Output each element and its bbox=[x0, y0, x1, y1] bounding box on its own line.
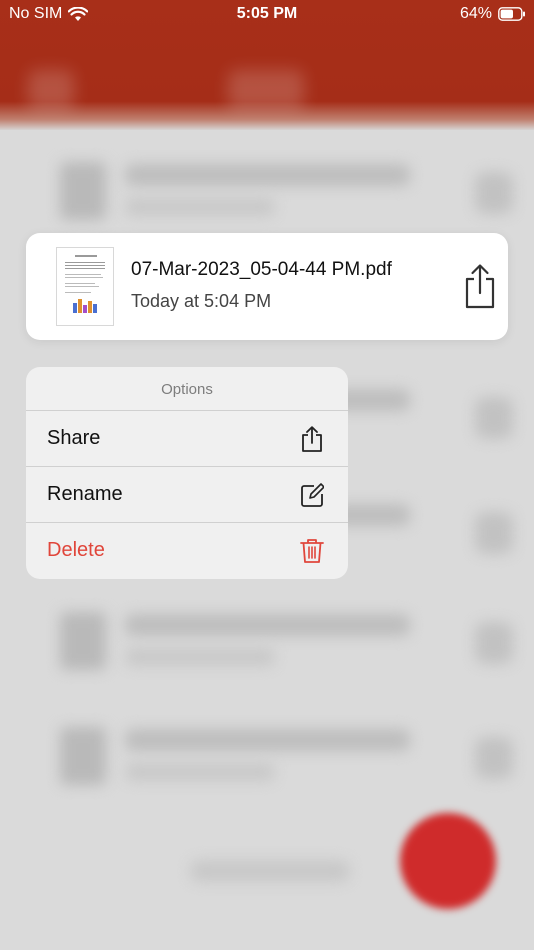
menu-item-label: Share bbox=[47, 427, 101, 449]
list-item bbox=[0, 715, 534, 805]
battery-percent: 64% bbox=[459, 5, 492, 22]
file-name: 07-Mar-2023_05-04-44 PM.pdf bbox=[131, 259, 392, 280]
share-icon bbox=[302, 426, 322, 452]
menu-item-delete[interactable]: Delete bbox=[26, 523, 348, 579]
menu-item-share[interactable]: Share bbox=[26, 411, 348, 467]
file-preview-card[interactable]: 07-Mar-2023_05-04-44 PM.pdf Today at 5:0… bbox=[26, 233, 508, 340]
menu-item-rename[interactable]: Rename bbox=[26, 467, 348, 523]
status-bar: No SIM 5:05 PM 64% bbox=[0, 0, 534, 28]
trash-icon bbox=[300, 539, 324, 563]
battery-icon bbox=[498, 7, 525, 21]
share-icon[interactable] bbox=[463, 263, 497, 309]
navigation-bar: No SIM 5:05 PM 64% bbox=[0, 0, 534, 130]
pdf-page-thumbnail bbox=[56, 247, 114, 326]
list-item bbox=[0, 600, 534, 690]
add-button bbox=[400, 813, 496, 909]
blurred-footer bbox=[190, 860, 350, 882]
menu-item-label: Rename bbox=[47, 483, 123, 505]
menu-title: Options bbox=[26, 367, 348, 411]
blurred-nav-button bbox=[28, 70, 74, 110]
context-menu: Options Share Rename Delete bbox=[26, 367, 348, 579]
clock: 5:05 PM bbox=[236, 5, 298, 22]
file-date: Today at 5:04 PM bbox=[131, 291, 272, 311]
blurred-nav-title bbox=[228, 70, 304, 110]
edit-icon bbox=[301, 483, 324, 507]
menu-item-label: Delete bbox=[47, 539, 105, 561]
list-item bbox=[0, 150, 534, 240]
battery-indicator: 64% bbox=[460, 5, 526, 23]
